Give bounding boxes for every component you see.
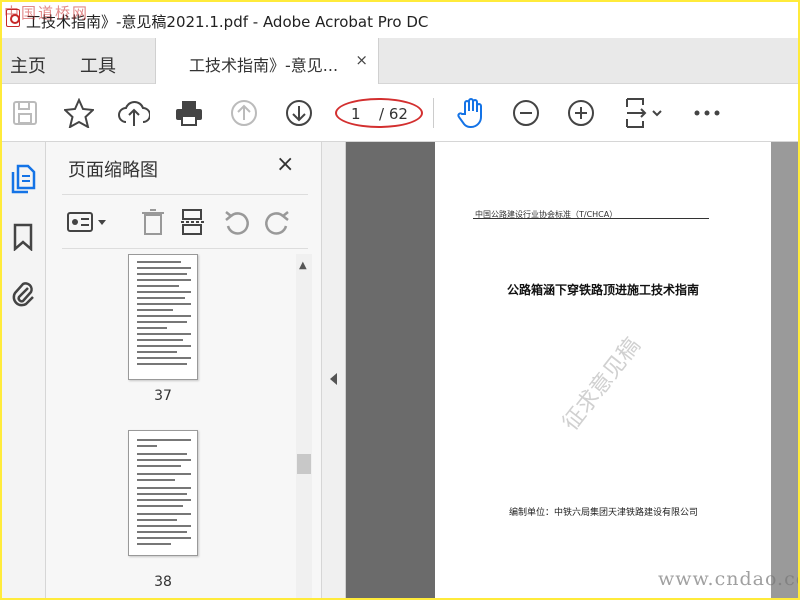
save-icon[interactable] [8, 96, 42, 130]
tab-document[interactable]: 工技术指南》-意见... × [155, 38, 379, 84]
toolbar-divider [433, 98, 434, 128]
page-thumbnail[interactable] [128, 430, 198, 556]
thumbnail-scrollbar[interactable]: ▲ [296, 254, 312, 598]
draft-stamp: 征求意见稿 [558, 333, 646, 436]
delete-page-icon[interactable] [138, 207, 168, 237]
insert-page-icon[interactable] [178, 207, 208, 237]
current-page-input[interactable]: 1 [351, 105, 361, 123]
print-icon[interactable] [172, 96, 206, 130]
total-pages-label: / 62 [379, 105, 408, 123]
site-watermark-logo: 中国道桥网 [4, 4, 90, 22]
page-down-icon[interactable] [282, 96, 316, 130]
thumbnail-list: 37 38 [46, 254, 302, 598]
more-icon[interactable] [690, 96, 724, 130]
title-bar: 工技术指南》-意见稿2021.1.pdf - Adobe Acrobat Pro… [2, 2, 798, 38]
close-tab-icon[interactable]: × [355, 51, 368, 69]
left-navigation-rail [2, 142, 46, 598]
thumbnail-options-icon[interactable] [66, 207, 112, 237]
scrollbar-thumb[interactable] [297, 454, 311, 474]
next-page-edge [771, 142, 798, 598]
page-up-icon[interactable] [227, 96, 261, 130]
page-thumbnails-panel: 页面缩略图 × 37 38 ▲ [46, 142, 322, 598]
panel-splitter[interactable] [322, 142, 346, 598]
document-editor: 编制单位：中铁六局集团天津铁路建设有限公司 [509, 508, 699, 518]
page-number-field[interactable]: 1 / 62 [335, 98, 423, 128]
site-url-watermark: www.cndao.co [658, 568, 798, 590]
thumbnail-toolbar [62, 194, 308, 249]
star-icon[interactable] [62, 96, 96, 130]
pages-icon[interactable] [8, 164, 38, 194]
tab-bar: 主页 工具 工技术指南》-意见... × [2, 38, 798, 84]
acrobat-window: 工技术指南》-意见稿2021.1.pdf - Adobe Acrobat Pro… [2, 2, 798, 598]
bookmark-icon[interactable] [8, 222, 38, 252]
panel-title: 页面缩略图 [68, 160, 158, 181]
document-viewer[interactable]: 中国公路建设行业协会标准（T/CHCA） 公路箱涵下穿铁路顶进施工技术指南 征求… [346, 142, 798, 598]
close-panel-icon[interactable]: × [276, 152, 294, 177]
thumbnail-page-number: 38 [154, 574, 172, 590]
toolbar: 1 / 62 [2, 84, 798, 142]
page-thumbnail[interactable] [128, 254, 198, 380]
fit-page-icon[interactable] [620, 96, 666, 130]
header-rule [473, 218, 709, 219]
cloud-upload-icon[interactable] [117, 96, 151, 130]
attachment-icon[interactable] [8, 278, 38, 308]
rotate-left-icon[interactable] [222, 207, 252, 237]
collapse-panel-icon[interactable] [330, 373, 337, 385]
document-title: 公路箱涵下穿铁路顶进施工技术指南 [506, 283, 699, 297]
zoom-in-icon[interactable] [564, 96, 598, 130]
zoom-out-icon[interactable] [509, 96, 543, 130]
rotate-right-icon[interactable] [262, 207, 292, 237]
tab-home[interactable]: 主页 [10, 52, 46, 78]
tab-document-label: 工技术指南》-意见... [189, 56, 339, 75]
hand-icon[interactable] [454, 96, 488, 130]
pdf-page: 中国公路建设行业协会标准（T/CHCA） 公路箱涵下穿铁路顶进施工技术指南 征求… [435, 142, 771, 598]
tab-tools[interactable]: 工具 [80, 52, 116, 78]
thumbnail-page-number: 37 [154, 388, 172, 404]
scroll-up-icon[interactable]: ▲ [299, 260, 307, 271]
